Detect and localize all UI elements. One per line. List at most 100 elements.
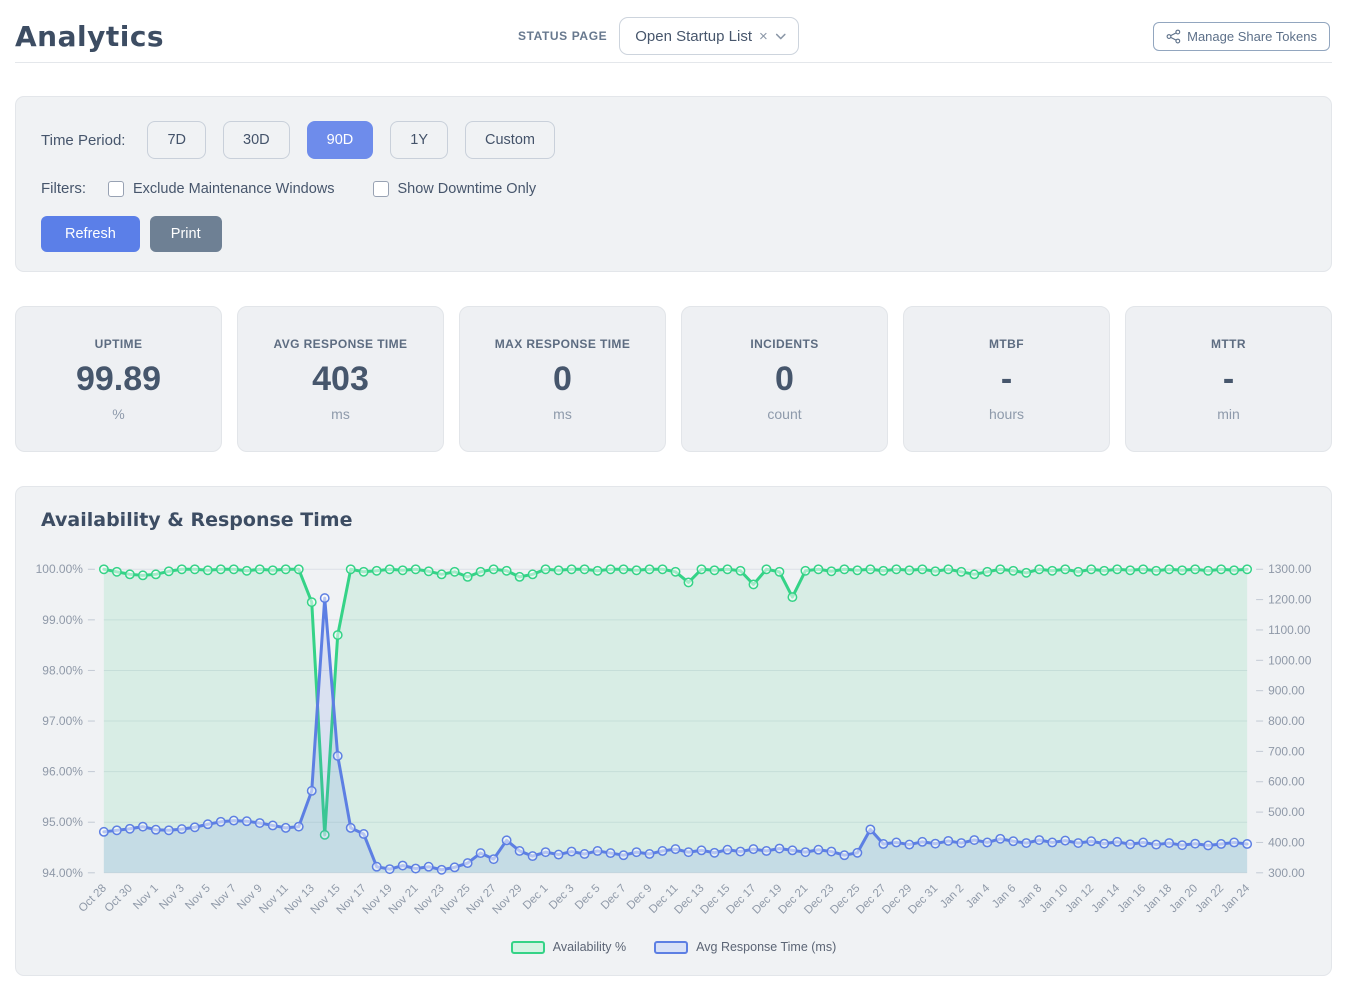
svg-text:700.00: 700.00 <box>1268 744 1305 758</box>
svg-text:Nov 3: Nov 3 <box>157 882 187 912</box>
status-page-select[interactable]: Open Startup List × <box>619 17 799 55</box>
svg-text:Jan 18: Jan 18 <box>1141 882 1174 915</box>
legend-label: Avg Response Time (ms) <box>696 940 836 954</box>
svg-text:Oct 30: Oct 30 <box>103 882 135 914</box>
show-downtime-checkbox[interactable]: Show Downtime Only <box>373 181 537 197</box>
svg-text:100.00%: 100.00% <box>36 562 84 576</box>
stat-unit: ms <box>331 406 350 422</box>
stat-unit: hours <box>989 406 1024 422</box>
chart-panel: Availability & Response Time 100.00% 99.0… <box>15 486 1332 976</box>
svg-text:Nov 7: Nov 7 <box>209 882 239 912</box>
svg-text:98.00%: 98.00% <box>42 663 83 677</box>
refresh-button[interactable]: Refresh <box>41 216 140 252</box>
period-button-30d[interactable]: 30D <box>223 121 290 159</box>
stat-card-max-response: MAX RESPONSE TIME 0 ms <box>459 306 666 452</box>
period-button-1y[interactable]: 1Y <box>390 121 448 159</box>
stat-value: 0 <box>775 360 794 399</box>
legend-item-availability[interactable]: Availability % <box>511 940 626 954</box>
stat-card-mtbf: MTBF - hours <box>903 306 1110 452</box>
stat-value: 0 <box>553 360 572 399</box>
filters-panel: Time Period: 7D 30D 90D 1Y Custom Filter… <box>15 96 1332 272</box>
svg-text:900.00: 900.00 <box>1268 684 1305 698</box>
stat-value: - <box>1001 360 1012 399</box>
time-period-row: Time Period: 7D 30D 90D 1Y Custom <box>41 121 1306 159</box>
svg-text:94.00%: 94.00% <box>42 866 83 880</box>
manage-share-tokens-label: Manage Share Tokens <box>1187 29 1317 44</box>
actions-row: Refresh Print <box>41 216 1306 252</box>
stats-row: UPTIME 99.89 % AVG RESPONSE TIME 403 ms … <box>15 306 1332 452</box>
svg-text:1100.00: 1100.00 <box>1268 623 1311 637</box>
stat-label: MTTR <box>1211 337 1246 351</box>
svg-text:Dec 5: Dec 5 <box>573 882 603 912</box>
svg-text:Oct 28: Oct 28 <box>77 882 109 914</box>
svg-text:Jan 10: Jan 10 <box>1038 882 1071 915</box>
status-page-picker: STATUS PAGE Open Startup List × <box>518 17 799 55</box>
chart-legend: Availability % Avg Response Time (ms) <box>16 940 1331 954</box>
period-button-90d[interactable]: 90D <box>307 121 374 159</box>
stat-unit: % <box>112 406 124 422</box>
svg-text:1300.00: 1300.00 <box>1268 562 1312 576</box>
svg-text:Jan 20: Jan 20 <box>1167 882 1200 915</box>
manage-share-tokens-button[interactable]: Manage Share Tokens <box>1153 22 1330 51</box>
svg-text:Dec 7: Dec 7 <box>599 882 629 912</box>
stat-card-mttr: MTTR - min <box>1125 306 1332 452</box>
period-button-7d[interactable]: 7D <box>147 121 206 159</box>
svg-text:Dec 31: Dec 31 <box>906 882 940 916</box>
svg-text:Jan 2: Jan 2 <box>938 882 966 910</box>
svg-text:600.00: 600.00 <box>1268 775 1305 789</box>
svg-text:Jan 12: Jan 12 <box>1064 882 1097 915</box>
availability-response-chart: 100.00% 99.00% 98.00% 97.00% 96.00% 95.00% 94.… <box>16 547 1330 933</box>
stat-label: AVG RESPONSE TIME <box>274 337 408 351</box>
header-divider <box>15 62 1332 63</box>
svg-text:Jan 4: Jan 4 <box>964 882 993 911</box>
stat-value: 99.89 <box>76 360 161 399</box>
svg-text:Jan 16: Jan 16 <box>1115 882 1148 915</box>
svg-text:95.00%: 95.00% <box>42 815 83 829</box>
svg-text:99.00%: 99.00% <box>42 613 83 627</box>
chart-title: Availability & Response Time <box>16 509 1331 531</box>
period-button-group: 7D 30D 90D 1Y Custom <box>147 121 554 159</box>
stat-label: MTBF <box>989 337 1024 351</box>
legend-item-response-time[interactable]: Avg Response Time (ms) <box>654 940 836 954</box>
filters-label: Filters: <box>41 180 86 197</box>
status-page-label: STATUS PAGE <box>518 29 607 43</box>
svg-text:Jan 6: Jan 6 <box>990 882 1018 910</box>
stat-value: 403 <box>312 360 369 399</box>
clear-selection-icon[interactable]: × <box>759 29 768 44</box>
svg-text:97.00%: 97.00% <box>42 714 83 728</box>
stat-card-incidents: INCIDENTS 0 count <box>681 306 888 452</box>
stat-unit: ms <box>553 406 572 422</box>
stat-card-uptime: UPTIME 99.89 % <box>15 306 222 452</box>
print-button[interactable]: Print <box>150 216 222 252</box>
svg-text:1200.00: 1200.00 <box>1268 593 1312 607</box>
svg-text:Dec 1: Dec 1 <box>521 882 551 912</box>
share-icon <box>1166 29 1181 44</box>
svg-text:400.00: 400.00 <box>1268 835 1305 849</box>
svg-text:Nov 5: Nov 5 <box>183 882 213 912</box>
filters-row: Filters: Exclude Maintenance Windows Sho… <box>41 180 1306 197</box>
svg-text:Jan 22: Jan 22 <box>1193 882 1226 915</box>
svg-text:500.00: 500.00 <box>1268 805 1305 819</box>
header: Analytics STATUS PAGE Open Startup List … <box>0 0 1347 62</box>
svg-text:96.00%: 96.00% <box>42 765 83 779</box>
stat-label: INCIDENTS <box>750 337 818 351</box>
legend-label: Availability % <box>553 940 626 954</box>
period-button-custom[interactable]: Custom <box>465 121 555 159</box>
stat-value: - <box>1223 360 1234 399</box>
svg-text:Nov 1: Nov 1 <box>131 882 161 912</box>
checkbox-icon[interactable] <box>373 181 389 197</box>
checkbox-icon[interactable] <box>108 181 124 197</box>
chevron-down-icon[interactable] <box>775 32 787 41</box>
svg-text:1000.00: 1000.00 <box>1268 653 1312 667</box>
legend-swatch-blue <box>654 941 688 954</box>
page-title: Analytics <box>15 20 164 53</box>
legend-swatch-green <box>511 941 545 954</box>
chart-area: 100.00% 99.00% 98.00% 97.00% 96.00% 95.00% 94.… <box>16 547 1331 938</box>
stat-unit: count <box>767 406 801 422</box>
svg-text:Dec 3: Dec 3 <box>547 882 577 912</box>
analytics-page: Analytics STATUS PAGE Open Startup List … <box>0 0 1347 995</box>
stat-unit: min <box>1217 406 1240 422</box>
exclude-maintenance-checkbox[interactable]: Exclude Maintenance Windows <box>108 181 335 197</box>
svg-text:Nov 29: Nov 29 <box>491 882 525 916</box>
stat-card-avg-response: AVG RESPONSE TIME 403 ms <box>237 306 444 452</box>
